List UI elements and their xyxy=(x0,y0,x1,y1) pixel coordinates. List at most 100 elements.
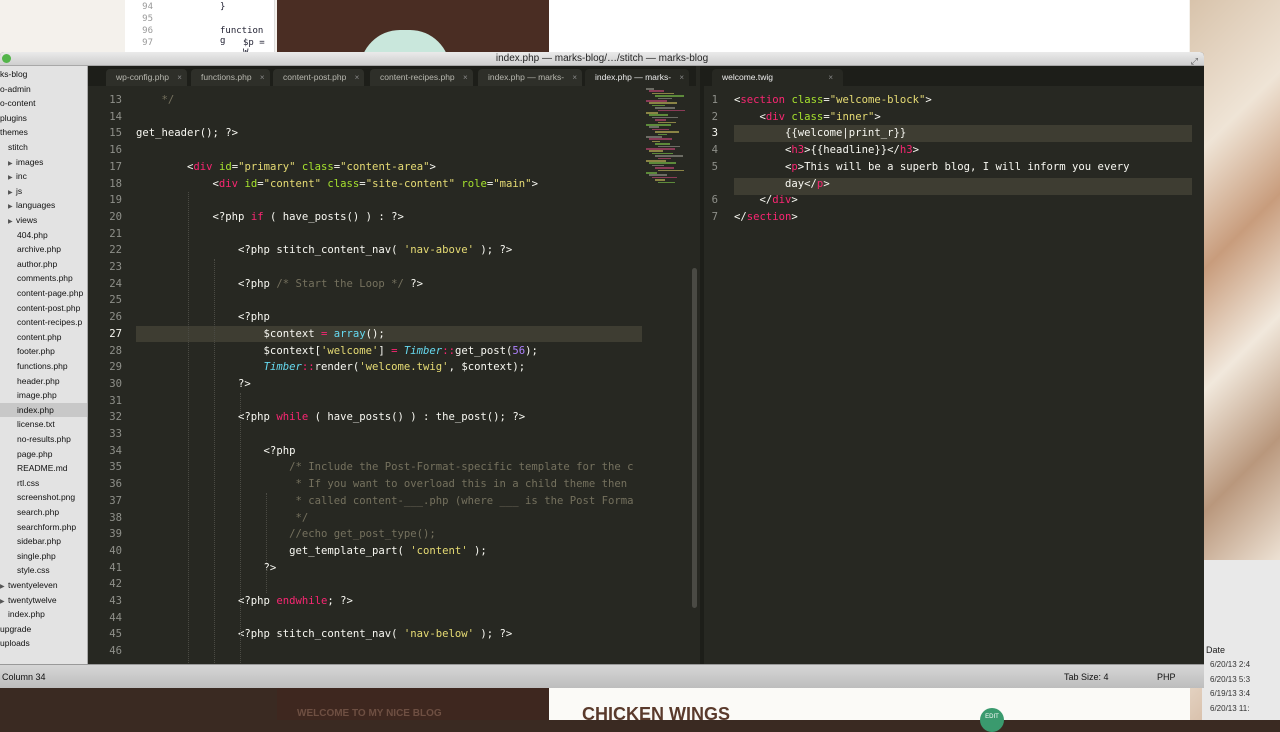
code-line[interactable]: * If you want to overload this in a chil… xyxy=(136,476,627,493)
sidebar-item[interactable]: ▶ js xyxy=(0,184,87,199)
code-line[interactable]: Timber::render('welcome.twig', $context)… xyxy=(136,359,526,376)
code-line[interactable]: */ xyxy=(136,510,308,527)
sidebar-item[interactable]: ks-blog xyxy=(0,67,87,82)
code-line[interactable]: get_header(); ?> xyxy=(136,125,238,142)
tab-close-icon[interactable]: × xyxy=(355,69,360,86)
sidebar-item[interactable]: content-page.php xyxy=(0,286,87,301)
sidebar-item[interactable]: no-results.php xyxy=(0,432,87,447)
sidebar-item[interactable]: image.php xyxy=(0,388,87,403)
line-number: 1 xyxy=(711,94,718,106)
vertical-scrollbar[interactable] xyxy=(692,268,697,608)
code-line[interactable]: <?php stitch_content_nav( 'nav-above' );… xyxy=(136,242,512,259)
code-line[interactable]: * called content-___.php (where ___ is t… xyxy=(136,493,633,510)
code-token: section xyxy=(740,94,786,106)
tab-close-icon[interactable]: × xyxy=(260,69,265,86)
sidebar-item[interactable]: o-content xyxy=(0,96,87,111)
code-line[interactable]: <?php if ( have_posts() ) : ?> xyxy=(136,209,404,226)
code-line[interactable]: {{welcome|print_r}} xyxy=(734,125,906,142)
sidebar-item[interactable]: rtl.css xyxy=(0,476,87,491)
sidebar-item[interactable]: ▶ twentytwelve xyxy=(0,593,87,608)
sidebar-item[interactable]: functions.php xyxy=(0,359,87,374)
code-line[interactable]: <?php xyxy=(136,443,296,460)
sidebar-item[interactable]: search.php xyxy=(0,505,87,520)
code-line[interactable]: <div id="primary" class="content-area"> xyxy=(136,159,436,176)
editor-tab[interactable]: welcome.twig × xyxy=(712,69,844,86)
code-line[interactable]: </section> xyxy=(734,209,798,226)
sidebar-item[interactable]: ▶ views xyxy=(0,213,87,228)
editor-tab[interactable]: content-post.php × xyxy=(273,69,365,86)
sidebar-item[interactable]: ▶ images xyxy=(0,155,87,170)
sidebar-item[interactable]: 404.php xyxy=(0,228,87,243)
code-line[interactable]: <div id="content" class="site-content" r… xyxy=(136,176,538,193)
code-token: "site-content" xyxy=(365,177,455,190)
sidebar-item[interactable]: screenshot.png xyxy=(0,490,87,505)
code-line[interactable]: /* Include the Post-Format-specific temp… xyxy=(136,459,633,476)
line-number: 30 xyxy=(109,377,122,390)
code-line[interactable]: ?> xyxy=(136,376,251,393)
sidebar-item-label: footer.php xyxy=(17,346,55,357)
sidebar-item[interactable]: upgrade xyxy=(0,622,87,637)
sidebar-item[interactable]: content.php xyxy=(0,330,87,345)
zoom-button[interactable] xyxy=(2,54,11,63)
code-line[interactable]: <p>This will be a superb blog, I will in… xyxy=(734,159,1129,176)
edit-badge[interactable]: EDIT xyxy=(980,708,1004,732)
editor-tab[interactable]: index.php — marks- × xyxy=(585,69,690,86)
sidebar-item[interactable]: plugins xyxy=(0,111,87,126)
sidebar-item[interactable]: ▶ languages xyxy=(0,198,87,213)
minimap-line xyxy=(649,174,667,176)
sidebar-item[interactable]: uploads xyxy=(0,636,87,651)
code-line[interactable]: day</p> xyxy=(734,176,830,193)
sidebar-item[interactable]: index.php xyxy=(0,607,87,622)
editor-tab[interactable]: content-recipes.php × xyxy=(370,69,473,86)
sidebar-item[interactable]: README.md xyxy=(0,461,87,476)
sidebar-item[interactable]: ▶ twentyeleven xyxy=(0,578,87,593)
sidebar-item[interactable]: stitch xyxy=(0,140,87,155)
sidebar-item[interactable]: archive.php xyxy=(0,242,87,257)
code-token: Timber xyxy=(263,361,302,374)
sidebar-item[interactable]: header.php xyxy=(0,374,87,389)
window-titlebar[interactable]: index.php — marks-blog/…/stitch — marks-… xyxy=(0,52,1204,66)
sidebar-item[interactable]: sidebar.php xyxy=(0,534,87,549)
sidebar-item[interactable]: o-admin xyxy=(0,82,87,97)
sidebar-item[interactable]: themes xyxy=(0,125,87,140)
tab-close-icon[interactable]: × xyxy=(679,69,684,86)
sidebar-item[interactable]: style.css xyxy=(0,563,87,578)
code-line[interactable]: $context = array(); xyxy=(136,326,385,343)
sidebar-item[interactable]: single.php xyxy=(0,549,87,564)
code-line[interactable]: ?> xyxy=(136,560,277,577)
sidebar-item[interactable]: content-recipes.p xyxy=(0,315,87,330)
sidebar-item[interactable]: index.php xyxy=(0,402,87,418)
tab-size-selector[interactable]: Tab Size: 4 xyxy=(1064,672,1109,682)
code-line[interactable]: <?php xyxy=(136,309,270,326)
sidebar-item[interactable]: footer.php xyxy=(0,344,87,359)
tab-close-icon[interactable]: × xyxy=(177,69,182,86)
sidebar-item[interactable]: content-post.php xyxy=(0,301,87,316)
editor-tab[interactable]: functions.php × xyxy=(191,69,270,86)
code-line[interactable]: <div class="inner"> xyxy=(734,109,881,126)
editor-tab[interactable]: wp-config.php × xyxy=(106,69,187,86)
sidebar-item[interactable]: license.txt xyxy=(0,417,87,432)
code-line[interactable]: $context['welcome'] = Timber::get_post(5… xyxy=(136,343,538,360)
code-token: <?php xyxy=(136,595,277,607)
tab-close-icon[interactable]: × xyxy=(572,69,577,86)
code-line[interactable]: <h3>{{headline}}</h3> xyxy=(734,142,919,159)
editor-tab[interactable]: index.php — marks- × xyxy=(478,69,583,86)
code-line[interactable]: </div> xyxy=(734,192,798,209)
minimap-line xyxy=(646,136,662,138)
code-line[interactable]: */ xyxy=(136,92,175,109)
code-line[interactable]: //echo get_post_type(); xyxy=(136,526,436,543)
syntax-selector[interactable]: PHP xyxy=(1157,672,1176,682)
tab-close-icon[interactable]: × xyxy=(828,69,833,86)
minimap[interactable] xyxy=(644,88,692,188)
code-line[interactable]: <?php endwhile; ?> xyxy=(136,593,353,610)
sidebar-item[interactable]: ▶ inc xyxy=(0,169,87,184)
sidebar-item[interactable]: author.php xyxy=(0,257,87,272)
sidebar-item[interactable]: searchform.php xyxy=(0,520,87,535)
code-line[interactable]: <section class="welcome-block"> xyxy=(734,92,932,109)
code-line[interactable]: <?php while ( have_posts() ) : the_post(… xyxy=(136,409,525,426)
tab-close-icon[interactable]: × xyxy=(463,69,468,86)
code-line[interactable]: <?php stitch_content_nav( 'nav-below' );… xyxy=(136,626,512,643)
sidebar-item[interactable]: page.php xyxy=(0,447,87,462)
sidebar-item[interactable]: comments.php xyxy=(0,271,87,286)
code-line[interactable]: <?php /* Start the Loop */ ?> xyxy=(136,276,423,293)
